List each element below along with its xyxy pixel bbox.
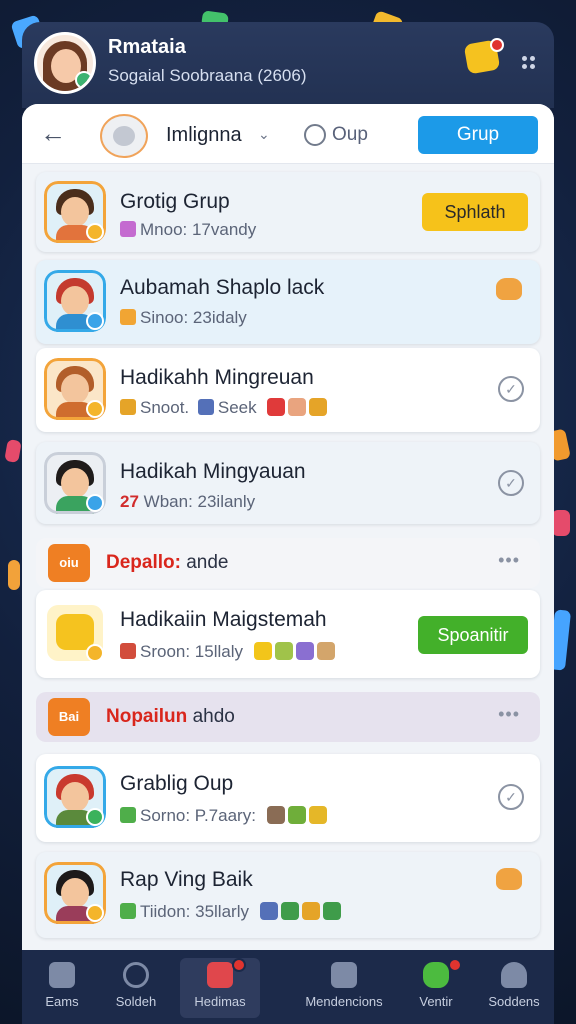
list-item[interactable]: Grotig Grup Mnoo: 17vandy Sphlath xyxy=(36,172,540,252)
box-icon: Bai xyxy=(48,698,90,736)
grid-menu-icon[interactable] xyxy=(522,56,536,70)
badge-icon xyxy=(86,312,104,330)
chart-icon xyxy=(120,807,136,823)
avatar xyxy=(44,602,106,664)
user-icon xyxy=(120,221,136,237)
floating-block-icon xyxy=(552,510,570,536)
more-icon[interactable]: ••• xyxy=(498,704,520,725)
badge-icon xyxy=(86,494,104,512)
emoji-strip xyxy=(259,902,344,922)
profile-header: Rmataia Sogaial Soobraana (2606) xyxy=(22,22,554,108)
spoanitir-button[interactable]: Spoanitir xyxy=(418,616,528,654)
splath-button[interactable]: Sphlath xyxy=(422,193,528,231)
list-icon xyxy=(207,962,233,988)
floating-block-icon xyxy=(4,438,22,464)
list-item[interactable]: Hadikaiin Maigstemah Sroon: 15llaly Spoa… xyxy=(36,590,540,678)
chevron-down-icon[interactable]: ⌄ xyxy=(258,126,270,143)
row-title: Hadikaiin Maigstemah xyxy=(120,608,327,631)
badge-icon xyxy=(86,400,104,418)
list-item[interactable]: Grablig Oup Sorno: P.7aary: ✓ xyxy=(36,754,540,842)
avatar xyxy=(44,766,106,828)
coin-icon xyxy=(120,399,136,415)
list-item[interactable]: Hadikah Mingyauan 27 Wban: 23ilanly ✓ xyxy=(36,442,540,524)
paw-icon xyxy=(120,643,136,659)
nav-item-soddens[interactable]: Soddens xyxy=(474,958,554,1018)
row-meta: Snoot. Seek xyxy=(120,398,330,418)
row-meta: Sinoo: 23idaly xyxy=(120,308,247,328)
panel-toolbar: ← Imlignna ⌄ Oup Grup xyxy=(22,104,554,164)
avatar xyxy=(44,358,106,420)
list-item[interactable]: Rap Ving Baik Tiidon: 35llarly xyxy=(36,852,540,938)
nav-item-eams[interactable]: Eams xyxy=(22,958,102,1018)
bear-icon xyxy=(496,868,522,890)
row-meta: Tiidon: 35llarly xyxy=(120,902,344,922)
row-meta: Sroon: 15llaly xyxy=(120,642,338,662)
group-avatar[interactable] xyxy=(100,114,148,158)
notification-dot-icon xyxy=(232,958,246,972)
oup-radio[interactable] xyxy=(304,124,326,146)
notification-dot-icon xyxy=(490,38,504,52)
row-meta: Sorno: P.7aary: xyxy=(120,806,330,826)
emoji-strip xyxy=(267,398,330,418)
nav-item-hedimas[interactable]: Hedimas xyxy=(180,958,260,1018)
check-icon[interactable]: ✓ xyxy=(498,376,524,402)
clock-icon xyxy=(123,962,149,988)
emoji-strip xyxy=(266,806,330,826)
badge-icon xyxy=(86,808,104,826)
row-title: Grotig Grup xyxy=(120,190,230,213)
box-icon: oiu xyxy=(48,544,90,582)
profile-avatar[interactable] xyxy=(34,32,96,94)
bottom-navigation: Eams Soldeh Hedimas Mendencions Ventir S… xyxy=(22,950,554,1024)
check-icon[interactable]: ✓ xyxy=(498,470,524,496)
emoji-strip xyxy=(253,642,338,662)
badge-icon xyxy=(86,904,104,922)
row-title: Rap Ving Baik xyxy=(120,868,253,891)
row-meta: Mnoo: 17vandy xyxy=(120,220,256,240)
profile-name: Rmataia xyxy=(108,36,186,58)
row-title: Hadikahh Mingreuan xyxy=(120,366,314,389)
group-list-panel: ← Imlignna ⌄ Oup Grup Grotig Grup Mnoo: … xyxy=(22,104,554,950)
profile-subtitle: Sogaial Soobraana (2606) xyxy=(108,66,307,85)
section-label: Nopailun ahdo xyxy=(106,706,235,727)
nav-item-soldeh[interactable]: Soldeh xyxy=(96,958,176,1018)
notification-dot-icon xyxy=(448,958,462,972)
nav-item-mendencions[interactable]: Mendencions xyxy=(294,958,394,1018)
avatar xyxy=(44,862,106,924)
group-dropdown-label[interactable]: Imlignna xyxy=(166,124,242,147)
avatar xyxy=(44,270,106,332)
chart-icon xyxy=(120,903,136,919)
list-item[interactable]: Aubamah Shaplo lack Sinoo: 23idaly xyxy=(36,260,540,344)
check-icon[interactable]: ✓ xyxy=(498,784,524,810)
badge-icon xyxy=(86,223,104,241)
section-header[interactable]: Bai Nopailun ahdo ••• xyxy=(36,692,540,742)
floating-block-icon xyxy=(8,560,20,590)
row-title: Hadikah Mingyauan xyxy=(120,460,306,483)
bag-icon xyxy=(197,399,214,415)
image-icon xyxy=(331,962,357,988)
cat-icon xyxy=(113,126,135,146)
avatar xyxy=(44,181,106,243)
oup-radio-label[interactable]: Oup xyxy=(332,124,368,146)
row-title: Grablig Oup xyxy=(120,772,234,795)
pencil-icon xyxy=(120,309,136,325)
list-item[interactable]: Hadikahh Mingreuan Snoot. Seek ✓ xyxy=(36,348,540,432)
grup-button[interactable]: Grup xyxy=(418,116,538,154)
nav-item-ventir[interactable]: Ventir xyxy=(396,958,476,1018)
online-badge-icon xyxy=(75,71,93,89)
home-icon xyxy=(49,962,75,988)
section-label: Depallo: ande xyxy=(106,552,229,573)
avatar xyxy=(44,452,106,514)
frog-icon xyxy=(423,962,449,988)
badge-icon xyxy=(86,644,104,662)
more-icon[interactable]: ••• xyxy=(498,550,520,571)
back-arrow-icon[interactable]: ← xyxy=(40,120,70,148)
row-meta: 27 Wban: 23ilanly xyxy=(120,492,256,511)
section-header[interactable]: oiu Depallo: ande ••• xyxy=(36,538,540,588)
bear-icon xyxy=(496,278,522,300)
row-title: Aubamah Shaplo lack xyxy=(120,276,325,299)
user-icon xyxy=(501,962,527,988)
